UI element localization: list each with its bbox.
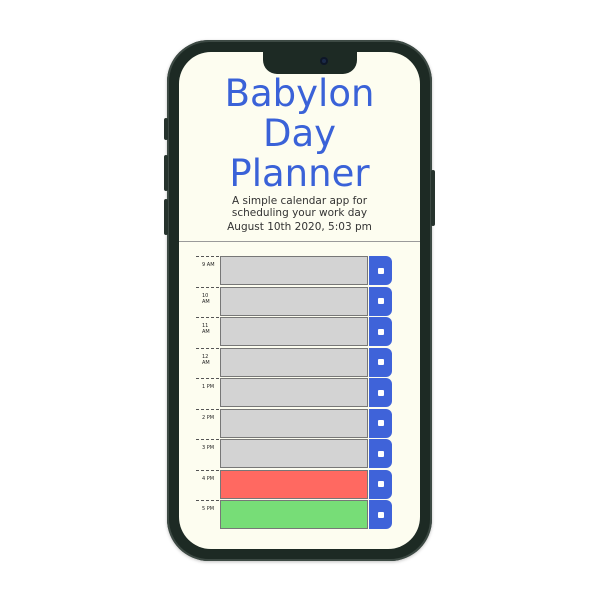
hour-label: 3 PM — [196, 439, 219, 469]
save-button[interactable] — [369, 439, 392, 468]
header-divider — [179, 241, 420, 242]
save-icon — [377, 511, 384, 518]
save-button[interactable] — [369, 256, 392, 285]
event-description-input[interactable] — [220, 500, 368, 529]
page-subtitle: A simple calendar app for scheduling you… — [179, 195, 420, 219]
event-description-input[interactable] — [220, 286, 368, 316]
time-block-row: 12 AM — [196, 347, 392, 378]
save-button[interactable] — [369, 408, 392, 438]
event-description-input[interactable] — [220, 469, 368, 499]
time-block-row: 4 PM — [196, 469, 392, 500]
time-block-row: 1 PM — [196, 378, 392, 408]
hour-label-line: AM — [202, 329, 210, 335]
time-block-row: 11 AM — [196, 317, 392, 347]
current-date: August 10th 2020, 5:03 pm — [227, 221, 372, 233]
hour-label-line: 9 AM — [202, 262, 215, 268]
time-block-row: 3 PM — [196, 439, 392, 469]
hour-label-line: AM — [202, 359, 210, 366]
hour-label-line: 2 PM — [202, 414, 215, 421]
save-button[interactable] — [369, 286, 392, 316]
event-description-input[interactable] — [220, 317, 368, 346]
page-title: Babylon Day Planner — [179, 74, 420, 194]
hour-label: 12 AM — [196, 347, 219, 378]
hour-label: 4 PM — [196, 469, 219, 500]
event-description-input[interactable] — [220, 408, 368, 438]
save-icon — [377, 328, 384, 335]
time-block-row: 9 AM — [196, 256, 392, 286]
save-button[interactable] — [369, 347, 392, 377]
time-block-row: 2 PM — [196, 408, 392, 439]
volume-up-button — [164, 155, 168, 191]
save-button[interactable] — [369, 469, 392, 499]
camera-icon — [320, 57, 328, 65]
hour-label-line: 4 PM — [202, 475, 215, 482]
hour-label-line: 1 PM — [202, 384, 215, 390]
hour-label: 10 AM — [196, 286, 219, 317]
hour-label-line: 5 PM — [202, 506, 215, 512]
event-description-input[interactable] — [220, 439, 368, 468]
hour-label-line: AM — [202, 298, 210, 305]
event-description-input[interactable] — [220, 347, 368, 377]
subtitle-line: A simple calendar app for — [231, 195, 368, 207]
title-line: Planner — [229, 152, 370, 195]
subtitle-line: scheduling your work day — [231, 207, 368, 219]
hour-label: 11 AM — [196, 317, 219, 347]
time-block-row: 5 PM — [196, 500, 392, 530]
phone-notch — [263, 52, 357, 74]
save-button[interactable] — [369, 500, 392, 529]
save-icon — [377, 420, 384, 426]
save-icon — [377, 267, 384, 274]
hour-label-line: 3 PM — [202, 445, 215, 451]
time-block-row: 10 AM — [196, 286, 392, 317]
save-icon — [377, 481, 384, 487]
hour-label: 2 PM — [196, 408, 219, 439]
save-icon — [377, 298, 384, 304]
hour-label: 9 AM — [196, 256, 219, 286]
title-line: Babylon — [224, 72, 375, 115]
save-icon — [377, 450, 384, 457]
volume-down-button — [164, 199, 168, 235]
hour-label: 1 PM — [196, 378, 219, 408]
save-icon — [377, 389, 384, 396]
title-line: Day — [262, 112, 337, 155]
mute-switch — [164, 118, 168, 140]
save-button[interactable] — [369, 317, 392, 346]
event-description-input[interactable] — [220, 378, 368, 407]
save-button[interactable] — [369, 378, 392, 407]
power-button — [431, 170, 435, 226]
event-description-input[interactable] — [220, 256, 368, 285]
save-icon — [377, 359, 384, 365]
hour-label: 5 PM — [196, 500, 219, 530]
